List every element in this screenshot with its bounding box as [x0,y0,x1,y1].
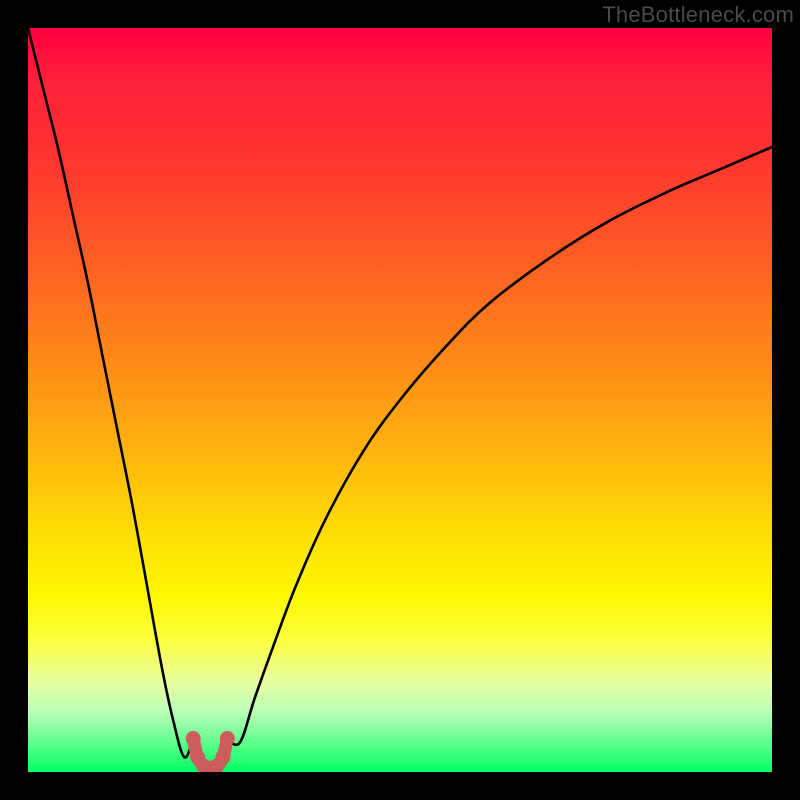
valley-marker-dot [220,731,235,746]
watermark-text: TheBottleneck.com [602,2,794,28]
outer-frame: TheBottleneck.com [0,0,800,800]
curve-right-branch [227,147,772,745]
valley-marker-dot [215,750,230,765]
curve-left-branch [28,28,193,758]
plot-area [28,28,772,772]
valley-marker-dots [186,731,235,772]
valley-marker-dot [186,731,201,746]
curve-group [28,28,772,772]
chart-svg [28,28,772,772]
